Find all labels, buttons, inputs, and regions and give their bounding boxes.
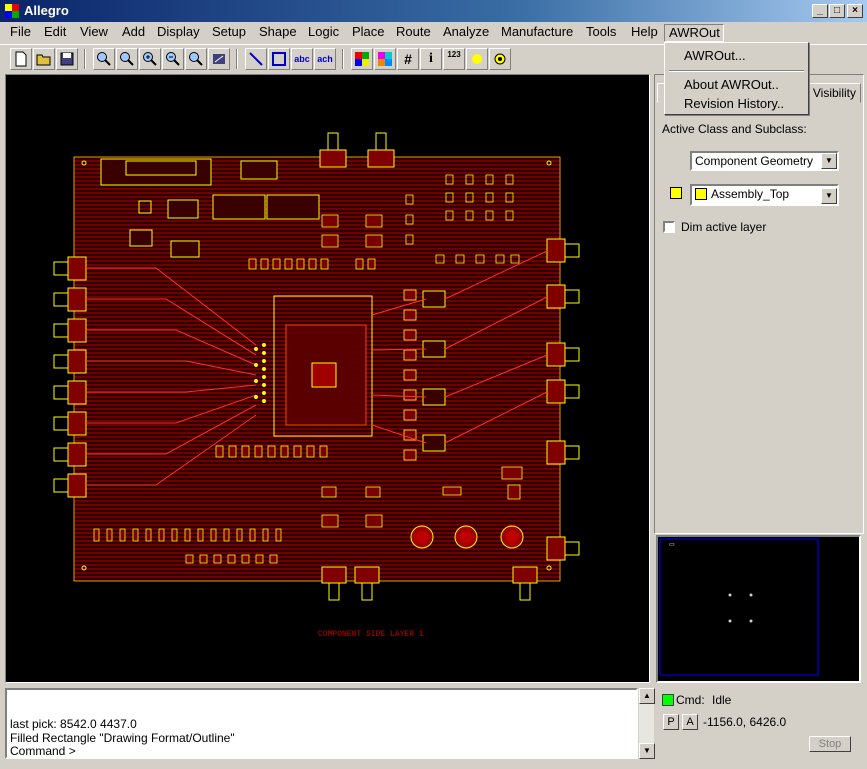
class-select[interactable]: Component Geometry ▼	[690, 151, 839, 171]
layer-visibility-icon[interactable]	[374, 48, 396, 70]
design-canvas[interactable]: COMPONENT SIDE LAYER 1	[5, 74, 650, 683]
awrout-dropdown-menu: AWROut... About AWROut.. Revision Histor…	[664, 42, 809, 115]
subclass-select[interactable]: Assembly_Top ▼	[690, 184, 839, 206]
add-rect-icon[interactable]	[268, 48, 290, 70]
tab-visibility[interactable]: Visibility	[807, 83, 861, 103]
dehighlight-icon[interactable]	[489, 48, 511, 70]
subclass-color-icon	[695, 188, 707, 200]
edit-text-icon[interactable]: ach	[314, 48, 336, 70]
add-line-icon[interactable]	[245, 48, 267, 70]
menu-help[interactable]: Help	[627, 24, 662, 42]
open-file-icon[interactable]	[33, 48, 55, 70]
subclass-color-swatch[interactable]	[670, 187, 682, 199]
chevron-down-icon[interactable]: ▼	[821, 153, 837, 169]
menu-edit[interactable]: Edit	[40, 24, 70, 42]
zoom-in-icon[interactable]	[139, 48, 161, 70]
stop-button[interactable]: Stop	[809, 736, 851, 752]
maximize-button[interactable]: □	[829, 4, 845, 18]
cmd-state: Idle	[712, 693, 732, 707]
menu-analyze[interactable]: Analyze	[439, 24, 493, 42]
highlight-icon[interactable]	[466, 48, 488, 70]
scroll-down-icon[interactable]: ▼	[639, 743, 655, 759]
subclass-select-value: Assembly_Top	[711, 187, 790, 201]
menu-awrout[interactable]: AWROut	[664, 24, 724, 42]
title-bar: Allegro _ □ ×	[0, 0, 867, 22]
info-icon[interactable]: i	[420, 48, 442, 70]
coordinate-readout: -1156.0, 6426.0	[703, 715, 787, 729]
console-scrollbar[interactable]: ▲ ▼	[638, 688, 655, 759]
menu-item-revision-history[interactable]: Revision History..	[684, 96, 784, 111]
class-select-value: Component Geometry	[695, 154, 814, 168]
pcb-layout[interactable]: COMPONENT SIDE LAYER 1	[6, 75, 649, 682]
command-console[interactable]: last pick: 8542.0 4437.0 Filled Rectangl…	[5, 688, 638, 759]
save-icon[interactable]	[56, 48, 78, 70]
active-class-label: Active Class and Subclass:	[662, 122, 807, 136]
menu-tools[interactable]: Tools	[582, 24, 620, 42]
p-button[interactable]: P	[663, 714, 679, 730]
world-view-minimap[interactable]: ▭	[656, 535, 861, 683]
zoom-fit-icon[interactable]	[116, 48, 138, 70]
status-area: Cmd: Idle P A -1156.0, 6426.0 Stop	[657, 688, 861, 759]
menu-item-about-awrout[interactable]: About AWROut..	[684, 77, 779, 92]
menu-file[interactable]: File	[6, 24, 35, 42]
menu-manufacture[interactable]: Manufacture	[497, 24, 577, 42]
menu-place[interactable]: Place	[348, 24, 389, 42]
menu-setup[interactable]: Setup	[208, 24, 250, 42]
menu-item-awrout[interactable]: AWROut...	[684, 48, 746, 63]
grid-icon[interactable]: #	[397, 48, 419, 70]
window-title: Allegro	[24, 3, 69, 18]
measure-icon[interactable]: 123	[443, 48, 465, 70]
chevron-down-icon[interactable]: ▼	[821, 188, 837, 204]
layer-label: COMPONENT SIDE LAYER 1	[318, 630, 424, 639]
a-button[interactable]: A	[682, 714, 698, 730]
console-line: last pick: 8542.0 4437.0	[10, 717, 137, 731]
redraw-icon[interactable]	[208, 48, 230, 70]
menu-shape[interactable]: Shape	[255, 24, 301, 42]
add-text-icon[interactable]: abc	[291, 48, 313, 70]
zoom-world-icon[interactable]	[185, 48, 207, 70]
menu-logic[interactable]: Logic	[304, 24, 343, 42]
menu-route[interactable]: Route	[392, 24, 435, 42]
cmd-status-led	[662, 694, 674, 706]
cmd-label: Cmd:	[676, 693, 705, 707]
command-prompt[interactable]: Command >	[10, 744, 76, 758]
options-panel: Visibility Active Class and Subclass: Co…	[654, 74, 864, 534]
scroll-up-icon[interactable]: ▲	[639, 688, 655, 704]
allegro-app-icon[interactable]	[5, 4, 19, 18]
minimap-view: ▭	[659, 538, 819, 676]
zoom-out-icon[interactable]	[162, 48, 184, 70]
new-file-icon[interactable]	[10, 48, 32, 70]
svg-text:▭: ▭	[669, 542, 675, 548]
zoom-points-icon[interactable]	[93, 48, 115, 70]
minimize-button[interactable]: _	[812, 4, 828, 18]
menu-display[interactable]: Display	[153, 24, 204, 42]
menu-add[interactable]: Add	[118, 24, 149, 42]
color-icon[interactable]	[351, 48, 373, 70]
menu-view[interactable]: View	[76, 24, 112, 42]
console-line: Filled Rectangle "Drawing Format/Outline…	[10, 731, 235, 745]
menu-bar: File Edit View Add Display Setup Shape L…	[0, 22, 867, 42]
dim-active-layer-label: Dim active layer	[681, 220, 767, 234]
dim-active-layer-checkbox[interactable]	[663, 221, 675, 233]
close-button[interactable]: ×	[847, 4, 863, 18]
